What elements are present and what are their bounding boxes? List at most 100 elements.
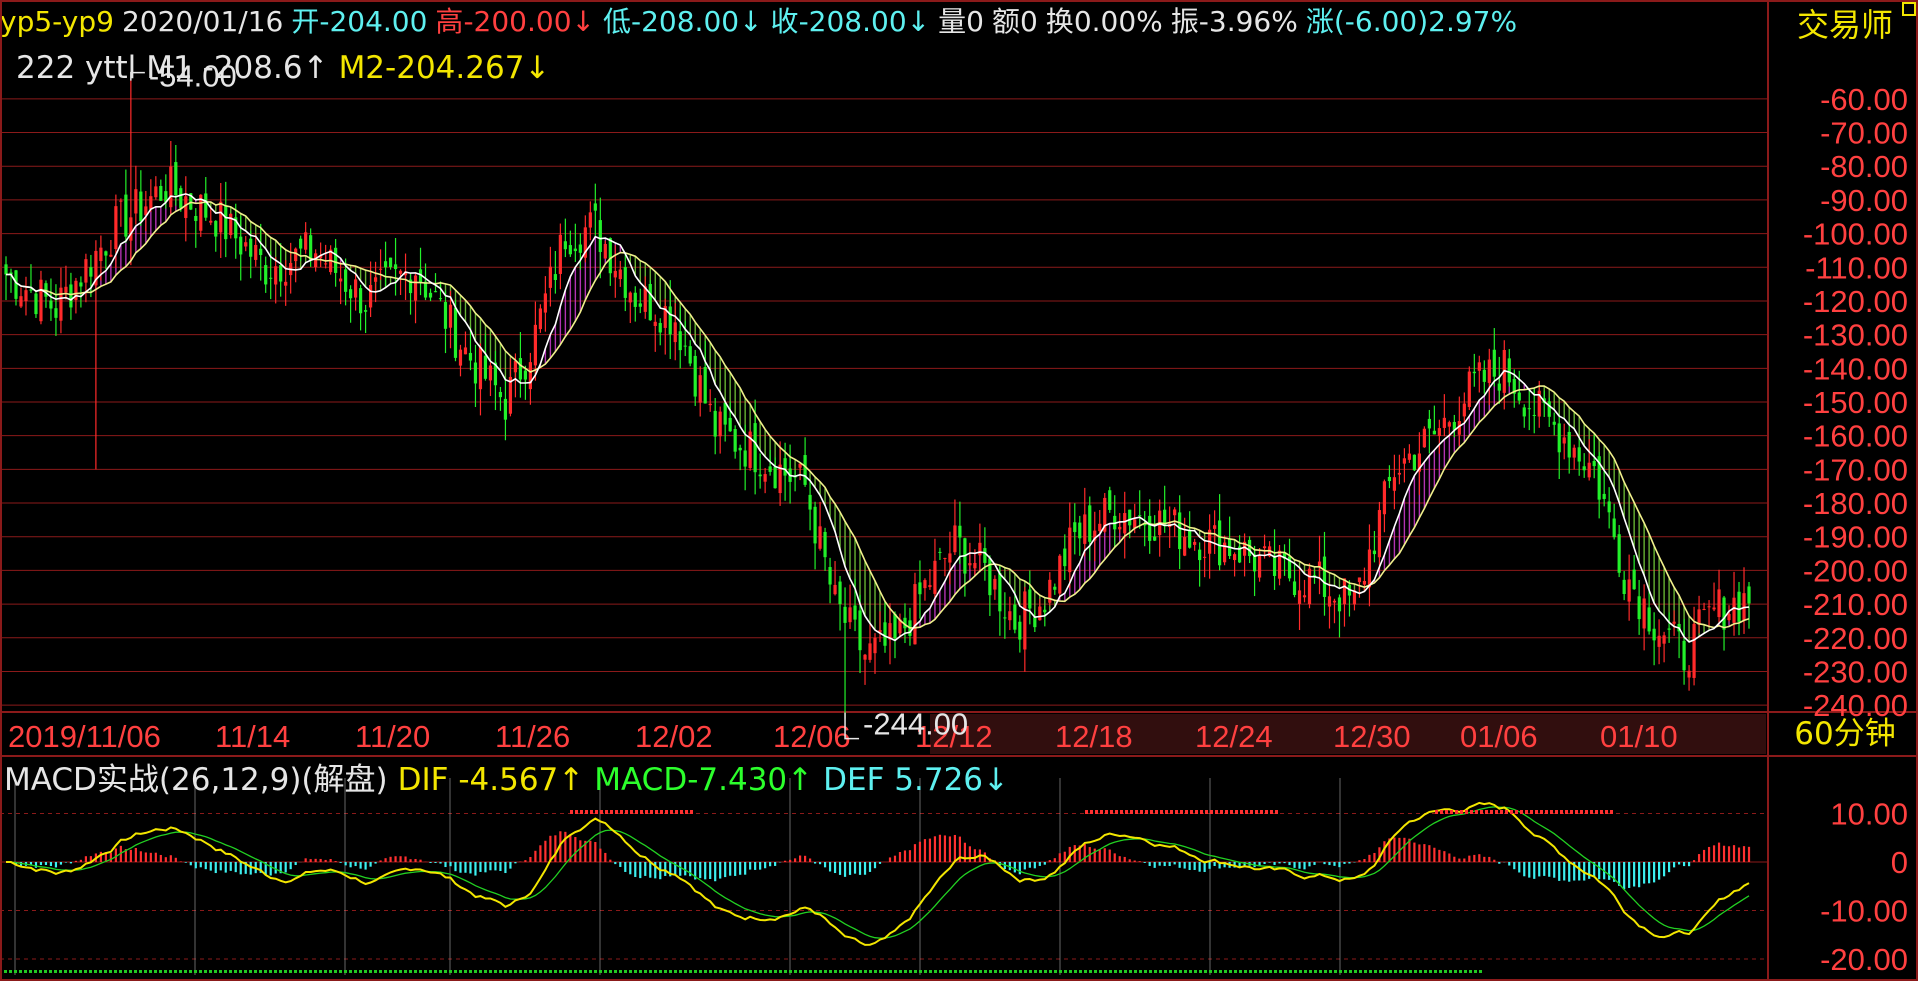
buy-signal-band [1439,970,1442,973]
candle-body [358,288,363,314]
buy-signal-band [319,970,322,973]
candle-body [388,257,393,268]
buy-signal-band [344,970,347,973]
buy-signal-band [1279,970,1282,973]
candle-body [703,366,707,404]
buy-signal-band [69,970,72,973]
candle-body [448,304,453,328]
buy-signal-band [1374,970,1377,973]
date-tick-label: 01/10 [1600,719,1678,754]
candle-body [184,196,188,218]
buy-signal-band [524,970,527,973]
buy-signal-band [314,970,317,973]
sell-signal-band [1170,810,1173,814]
sell-signal-band [635,810,638,814]
buy-signal-band [24,970,27,973]
macd-tick-label: 0 [1891,845,1908,880]
candle-body [1123,513,1127,534]
candle-body [1552,421,1556,425]
buy-signal-band [1094,970,1097,973]
buy-signal-band [1454,970,1457,973]
buy-signal-band [409,970,412,973]
timeframe-selector[interactable]: 60分钟 [1772,712,1918,756]
candle-body [938,551,942,553]
buy-signal-band [254,970,257,973]
sell-signal-band [1200,810,1203,814]
buy-signal-band [569,970,572,973]
buy-signal-band [1099,970,1102,973]
buy-signal-band [364,970,367,973]
buy-signal-band [1154,970,1157,973]
candle-body [1707,606,1711,608]
candle-body [618,269,622,280]
candle-body [34,293,38,315]
candle-body [538,308,542,330]
sell-signal-band [1125,810,1128,814]
price-tick-label: -190.00 [1803,520,1908,555]
buy-signal-band [559,970,562,973]
buy-signal-band [79,970,82,973]
candle-body [1427,418,1431,429]
date-tick-label: 11/26 [495,719,570,754]
sell-signal-band [1550,810,1553,814]
buy-signal-band [334,970,337,973]
buy-signal-band [764,970,767,973]
buy-signal-band [1264,970,1267,973]
buy-signal-band [634,970,637,973]
price-grid [0,98,1768,706]
buy-signal-band [1059,970,1062,973]
sell-signal-band [620,810,623,814]
buy-signal-band [469,970,472,973]
buy-signal-band [844,970,847,973]
sell-signal-band [1475,810,1478,814]
candle-body [1522,407,1526,417]
buy-signal-band [1289,970,1292,973]
candle-body [893,613,897,639]
chart-canvas[interactable]: -60.00-70.00-80.00-90.00-100.00-110.00-1… [0,0,1918,981]
buy-signal-band [1319,970,1322,973]
candle-body [1692,623,1696,678]
candle-body [518,358,523,380]
buy-signal-band [34,970,37,973]
buy-signal-band [674,970,677,973]
sell-signal-band [1230,810,1233,814]
candle-body [398,270,403,274]
macd-label: MACD [594,762,688,798]
buy-signal-band [129,970,132,973]
candle-body [84,259,88,283]
buy-signal-band [1079,970,1082,973]
candle-body [1088,505,1092,542]
buy-signal-band [294,970,297,973]
sell-signal-band [1115,810,1118,814]
candle-body [683,345,687,347]
buy-signal-band [1474,970,1477,973]
candle-body [214,220,218,237]
candle-body [1437,428,1441,437]
candle-body [1153,536,1157,541]
buy-signal-band [1054,970,1057,973]
sell-signal-band [1520,810,1523,814]
date-tick-label: 12/24 [1195,719,1273,754]
candle-body [378,268,383,270]
candle-body [653,321,657,326]
candle-body [443,302,448,329]
candle-body [783,458,787,476]
buy-signal-band [1214,970,1217,973]
macd-indicator-name: MACD实战(26,12,9)(解盘) [4,762,388,798]
candle-body [883,622,887,646]
candle-body [1482,369,1486,382]
price-tick-label: -70.00 [1820,116,1908,151]
m1-line [6,193,1750,643]
buy-signal-band [854,970,857,973]
candle-body [1382,481,1387,515]
candle-body [1307,568,1312,605]
candle-body [1432,430,1436,435]
buy-signal-band [1459,970,1462,973]
buy-signal-band [284,970,287,973]
candle-body [978,542,982,556]
sell-signal-band [1575,810,1578,814]
buy-signal-band [789,970,792,973]
candle-body [39,279,43,322]
candle-body [109,254,113,257]
buy-signal-band [1309,970,1312,973]
